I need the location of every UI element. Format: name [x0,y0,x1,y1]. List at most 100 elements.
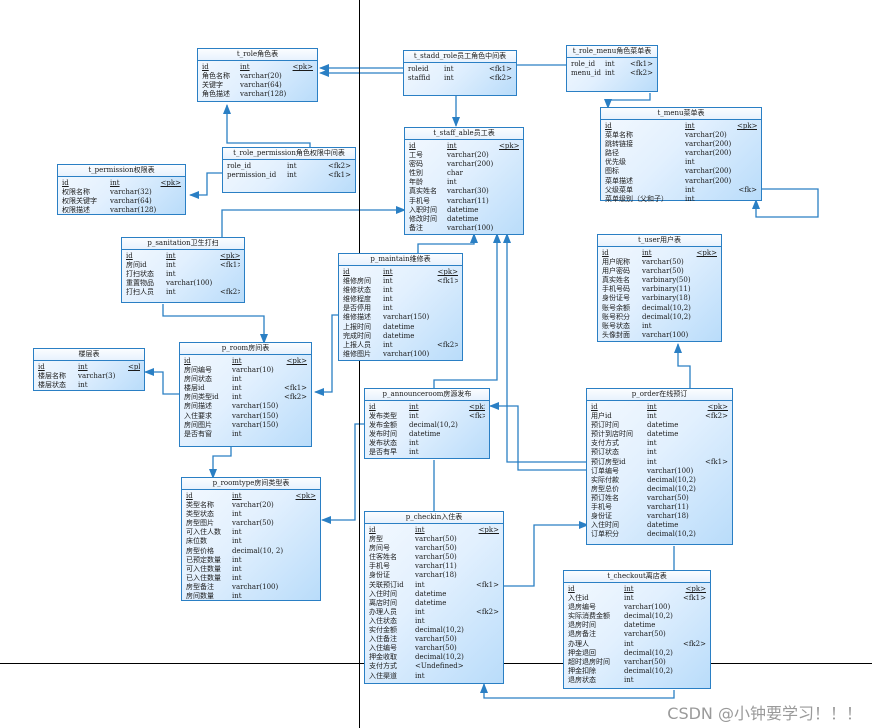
table-t-staff-able[interactable]: t_staff_able员工表 id int <pk> 工号 varchar(20) 密码 v… [404,127,524,235]
column-row[interactable]: 实际消费金额 decimal(10,2) [568,612,706,621]
column-row[interactable]: 打扫人员 int <fk2> [126,288,240,297]
column-row[interactable]: roleid int <fk1> [408,65,512,74]
column-row[interactable]: 备注 varchar(100) [409,224,519,233]
column-row[interactable]: staffid int <fk2> [408,74,512,83]
table-t-role-permission[interactable]: t_role_permission角色权限中间表 role_id int <fk2> p… [222,147,356,193]
column-row[interactable]: 支付方式 int [591,439,728,448]
column-row[interactable]: 性别 char [409,169,519,178]
column-row[interactable]: 父级菜单 int <fk> [605,186,757,195]
column-row[interactable]: 权限名称 varchar(32) [62,188,181,197]
column-row[interactable]: 房型总价 decimal(10,2) [591,485,728,494]
column-row[interactable]: id int <pk> [409,142,519,151]
column-row[interactable]: role_id int <fk1> [571,60,653,69]
column-row[interactable]: id int <pk> [184,357,307,366]
column-row[interactable]: 发布类型 int <fk> [369,412,485,421]
column-row[interactable]: 房型备注 varchar(100) [186,583,316,592]
table-floor[interactable]: 楼层表 id int <pk> 楼层名称 varchar(3) 楼层状态 int [33,348,145,391]
table-p-sanitation[interactable]: p_sanitation卫生打扫idint<pk>房间idint<fk1>打扫状… [121,237,245,303]
table-t-user[interactable]: t_user用户表 id int <pk> 用户昵称 varchar(50) 用户密码 var… [597,234,722,342]
column-row[interactable]: 房间图片 varchar(150) [184,421,307,430]
column-row[interactable]: 押金扣除 decimal(10,2) [568,667,706,676]
column-row[interactable]: 类型名称 varchar(20) [186,501,316,510]
column-row[interactable]: 优先级 int [605,158,757,167]
column-row[interactable]: 楼层名称 varchar(3) [38,372,140,381]
table-t-role-menu[interactable]: t_role_menu角色菜单表 role_id int <fk1> menu_id in… [566,45,658,92]
column-row[interactable]: 住客姓名 varchar(50) [369,553,499,562]
column-row[interactable]: 用户昵称 varchar(50) [602,258,717,267]
column-row[interactable]: id int <pk> [202,63,313,72]
column-row[interactable]: id int <pk> [38,363,140,372]
column-row[interactable]: 修改时间 datetime [409,215,519,224]
column-row[interactable]: 身份证 varchar(18) [369,571,499,580]
column-row[interactable]: 上报时间 datetime [343,323,458,332]
column-row[interactable]: 退房备注 varchar(50) [568,630,706,639]
table-p-maintain[interactable]: p_maintain维修表 id int <pk> 维修房间 int <fk1> 维修状态 in… [338,253,463,361]
column-row[interactable]: 是否停用 int [343,304,458,313]
column-row[interactable]: 身份证号 varbinary(18) [602,294,717,303]
column-row[interactable]: 维修房间 int <fk1> [343,277,458,286]
column-row[interactable]: 支付方式 <Undefined> [369,662,499,671]
column-row[interactable]: 退房状态 int [568,676,706,685]
column-row[interactable]: 押金收取 decimal(10,2) [369,653,499,662]
column-row[interactable]: 房间类型id int <fk2> [184,393,307,402]
column-row[interactable]: 入住时间 datetime [369,590,499,599]
column-row[interactable]: 手机号 varchar(11) [409,197,519,206]
column-row[interactable]: 角色名称 varchar(20) [202,72,313,81]
column-row[interactable]: 密码 varchar(200) [409,160,519,169]
column-row[interactable]: 房间号 varchar(50) [369,544,499,553]
column-row[interactable]: 办理人 int <fk2> [568,640,706,649]
column-row[interactable]: 押金退回 decimal(10,2) [568,649,706,658]
column-row[interactable]: 权限描述 varchar(128) [62,206,181,215]
column-row[interactable]: 用户密码 varchar(50) [602,267,717,276]
column-row[interactable]: 房间id int <fk1> [126,261,240,270]
column-row[interactable]: 手机号 varchar(11) [369,562,499,571]
table-p-roomtype[interactable]: p_roomtype房间类型表 id int <pk> 类型名称 varchar(20) 类… [181,477,321,601]
column-row[interactable]: 可入住数量 int [186,565,316,574]
column-row[interactable]: 楼层状态 int [38,381,140,390]
column-row[interactable]: 真实姓名 varchar(30) [409,187,519,196]
column-row[interactable]: id int <pk> [602,249,717,258]
column-row[interactable]: 真实姓名 varbinary(50) [602,276,717,285]
column-row[interactable]: 年龄 int [409,178,519,187]
column-row[interactable]: 房型 varchar(50) [369,535,499,544]
column-row[interactable]: 超时退房时间 varchar(50) [568,658,706,667]
column-row[interactable]: id int <pk> [591,403,728,412]
column-row[interactable]: id int <pk> [568,585,706,594]
column-row[interactable]: 楼层id int <fk1> [184,384,307,393]
column-row[interactable]: 实际付款 decimal(10,2) [591,476,728,485]
column-row[interactable]: 退房时间 datetime [568,621,706,630]
column-row[interactable]: 维修图片 varchar(100) [343,350,458,359]
column-row[interactable]: 图标 varchar(200) [605,167,757,176]
column-row[interactable]: id int <pk> [369,526,499,535]
table-t-role[interactable]: t_role角色表 id int <pk> 角色名称 varchar(20) 关键字 varc… [197,48,318,102]
column-row[interactable]: 完成时间 datetime [343,332,458,341]
column-row[interactable]: 入住时间 datetime [591,521,728,530]
column-row[interactable]: 菜单级别（父和子） int [605,195,757,204]
column-row[interactable]: 关联预订id int <fk1> [369,581,499,590]
column-row[interactable]: 入住状态 int [369,617,499,626]
column-row[interactable]: 类型状态 int [186,510,316,519]
column-row[interactable]: 账号状态 int [602,322,717,331]
column-row[interactable]: 发布状态 int [369,439,485,448]
column-row[interactable]: 手机号码 varbinary(11) [602,285,717,294]
table-p-room[interactable]: p_room房间表 id int <pk> 房间编号 varchar(10) 房间状态 int… [179,342,312,447]
column-row[interactable]: 入住id int <fk1> [568,594,706,603]
column-row[interactable]: 房间数量 int [186,592,316,601]
column-row[interactable]: 用户id int <fk2> [591,412,728,421]
column-row[interactable]: 关键字 varchar(64) [202,81,313,90]
column-row[interactable]: 重置物品 varchar(100) [126,279,240,288]
column-row[interactable]: 房间状态 int [184,375,307,384]
column-row[interactable]: id int <pk> [343,268,458,277]
column-row[interactable]: 上报人员 int <fk2> [343,341,458,350]
column-row[interactable]: 实付金额 decimal(10,2) [369,626,499,635]
table-t-stadd-role[interactable]: t_stadd_role员工角色中间表 roleid int <fk1> staffid… [403,50,517,96]
column-row[interactable]: 离店时间 datetime [369,599,499,608]
column-row[interactable]: 身份证 varchar(18) [591,512,728,521]
column-row[interactable]: 预订状态 int [591,448,728,457]
column-row[interactable]: 维修描述 varchar(150) [343,313,458,322]
column-row[interactable]: 预计到店时间 datetime [591,430,728,439]
column-row[interactable]: 退房编号 varchar(100) [568,603,706,612]
column-row[interactable]: 预订时间 datetime [591,421,728,430]
column-row[interactable]: 房间编号 varchar(10) [184,366,307,375]
column-row[interactable]: 订单积分 decimal(10,2) [591,530,728,539]
